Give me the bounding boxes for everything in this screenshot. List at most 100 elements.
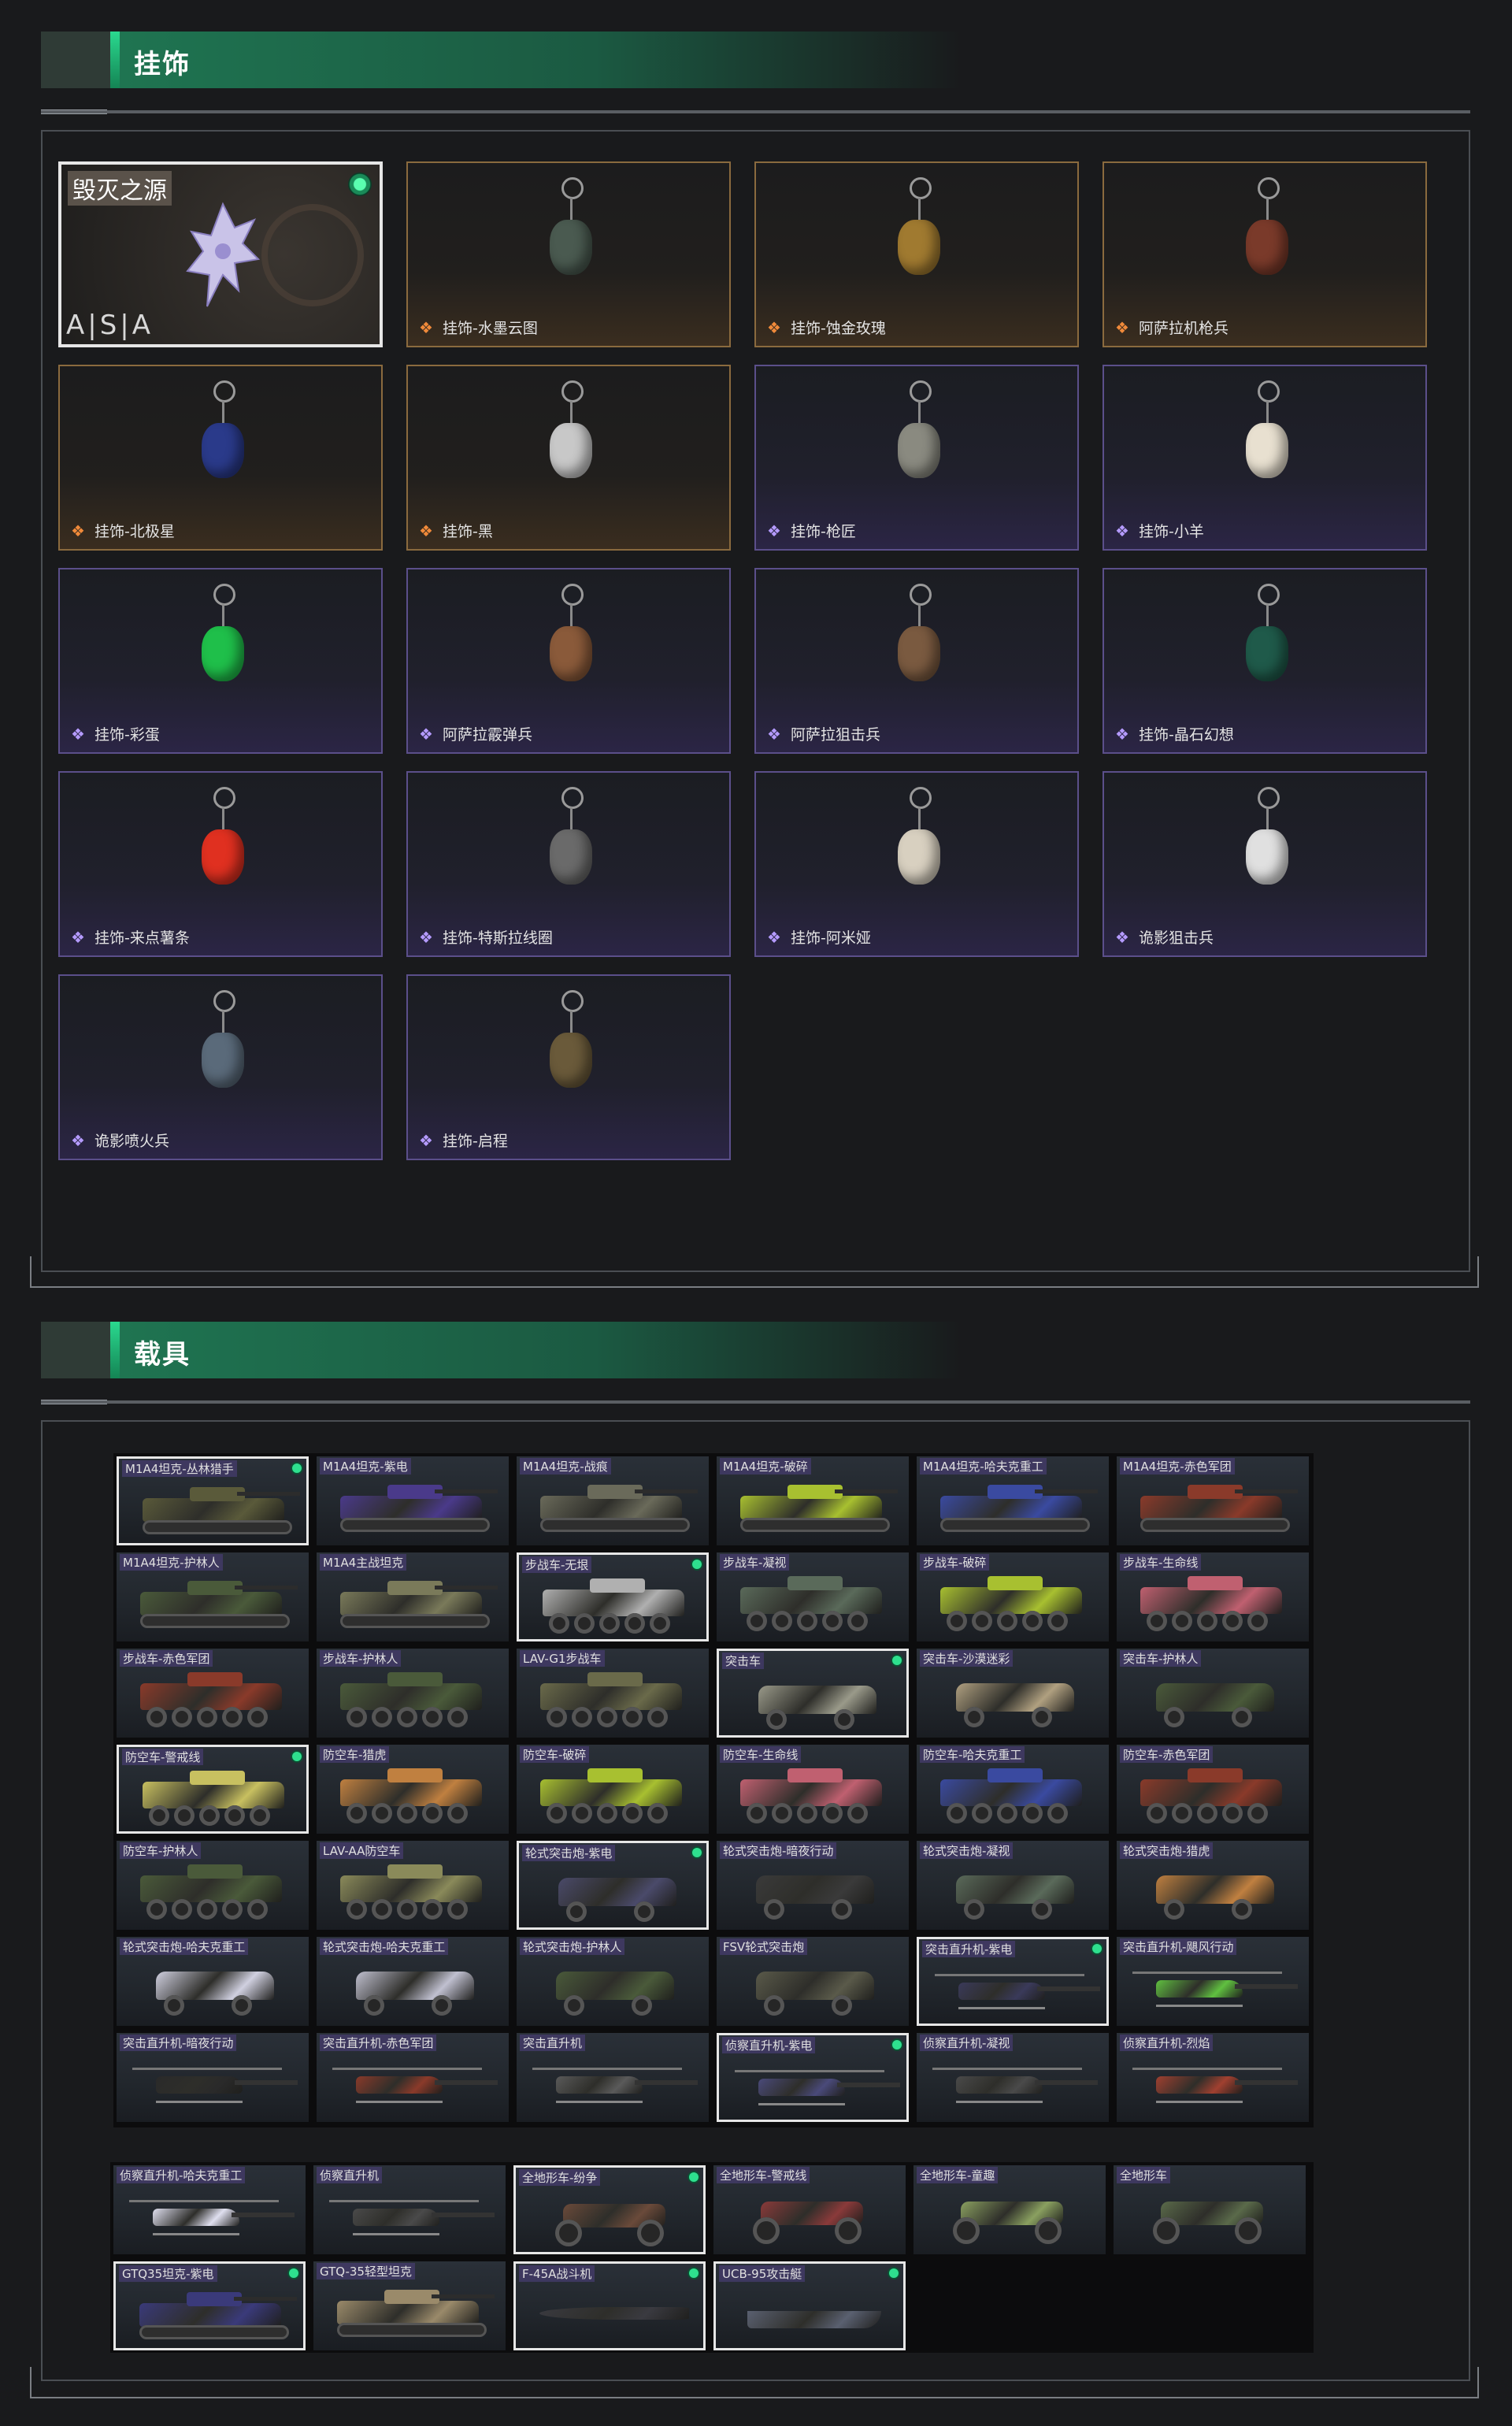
vehicle-card[interactable]: 侦察直升机-凝视 <box>917 2033 1109 2122</box>
vehicle-card[interactable]: M1A4坦克-护林人 <box>117 1552 309 1641</box>
vehicle-part <box>1235 2217 1262 2244</box>
vehicle-card[interactable]: 突击车 <box>717 1649 909 1738</box>
vehicle-card[interactable]: 突击直升机-赤色军团 <box>317 2033 509 2122</box>
vehicle-card[interactable]: GTQ35坦克-紫电 <box>113 2261 306 2350</box>
vehicle-card[interactable]: 全地形车-童趣 <box>914 2165 1106 2254</box>
vehicle-part <box>940 1779 1082 1806</box>
vehicle-part <box>764 1899 784 1920</box>
vehicle-card[interactable]: M1A4坦克-哈夫克重工 <box>917 1456 1109 1545</box>
vehicle-card[interactable]: 全地形车-警戒线 <box>713 2165 906 2254</box>
vehicle-card[interactable]: 轮式突击炮-哈夫克重工 <box>317 1937 509 2026</box>
vehicle-card[interactable]: 轮式突击炮-凝视 <box>917 1841 1109 1930</box>
vehicle-part <box>340 1592 482 1615</box>
charm-card[interactable]: ❖ 阿萨拉机枪兵 <box>1102 161 1427 347</box>
vehicle-card[interactable]: 防空车-警戒线 <box>117 1745 309 1834</box>
vehicle-card[interactable]: 突击直升机-飓风行动 <box>1117 1937 1309 2026</box>
vehicle-card[interactable]: LAV-G1步战车 <box>517 1649 709 1738</box>
charm-card[interactable]: ❖ 挂饰-蚀金玫瑰 <box>754 161 1079 347</box>
vehicle-card[interactable]: 突击车-沙漠迷彩 <box>917 1649 1109 1738</box>
vehicle-card[interactable]: M1A4坦克-赤色军团 <box>1117 1456 1309 1545</box>
vehicle-part <box>758 2103 845 2105</box>
vehicle-part <box>997 1611 1017 1631</box>
vehicle-card[interactable]: 步战车-凝视 <box>717 1552 909 1641</box>
vehicle-card[interactable]: 防空车-哈夫克重工 <box>917 1745 1109 1834</box>
owned-indicator-icon <box>889 2268 899 2278</box>
charm-card[interactable]: ❖ 挂饰-特斯拉线圈 <box>406 771 731 957</box>
owned-indicator-icon <box>689 2172 699 2182</box>
rarity-icon: ❖ <box>767 928 781 947</box>
vehicle-card[interactable]: 轮式突击炮-护林人 <box>517 1937 709 2026</box>
vehicle-part <box>997 1803 1017 1823</box>
vehicle-label: 突击车-沙漠迷彩 <box>920 1650 1014 1667</box>
charm-card[interactable]: ❖ 阿萨拉霰弹兵 <box>406 568 731 754</box>
vehicle-card[interactable]: 步战车-破碎 <box>917 1552 1109 1641</box>
vehicle-part <box>1156 2005 1243 2007</box>
charm-card[interactable]: ❖ 挂饰-水墨云图 <box>406 161 731 347</box>
charm-card[interactable]: ❖ 诡影狙击兵 <box>1102 771 1427 957</box>
vehicle-card[interactable]: 轮式突击炮-暗夜行动 <box>717 1841 909 1930</box>
rarity-icon: ❖ <box>419 928 433 947</box>
vehicle-part <box>832 1995 852 2016</box>
charm-ring-icon <box>561 990 584 1012</box>
vehicle-part <box>146 1899 167 1920</box>
vehicle-card[interactable]: 防空车-破碎 <box>517 1745 709 1834</box>
vehicle-card[interactable]: 侦察直升机-紫电 <box>717 2033 909 2122</box>
charm-card[interactable]: ❖ 挂饰-晶石幻想 <box>1102 568 1427 754</box>
vehicle-card[interactable]: 防空车-猎虎 <box>317 1745 509 1834</box>
charm-label: 挂饰-来点薯条 <box>94 929 190 947</box>
vehicle-part <box>835 2217 862 2244</box>
vehicle-part <box>247 1707 268 1727</box>
vehicle-card[interactable]: GTQ-35轻型坦克 <box>313 2261 506 2350</box>
vehicle-card[interactable]: 轮式突击炮-猎虎 <box>1117 1841 1309 1930</box>
charm-card[interactable]: ❖ 挂饰-枪匠 <box>754 365 1079 551</box>
vehicle-card[interactable]: 突击直升机-紫电 <box>917 1937 1109 2026</box>
vehicle-card[interactable]: LAV-AA防空车 <box>317 1841 509 1930</box>
vehicle-part <box>597 1803 617 1823</box>
vehicle-card[interactable]: 全地形车-纷争 <box>513 2165 706 2254</box>
vehicle-card[interactable]: 侦察直升机 <box>313 2165 506 2254</box>
vehicle-card[interactable]: 轮式突击炮-哈夫克重工 <box>117 1937 309 2026</box>
vehicle-part <box>547 1803 688 1823</box>
vehicle-card[interactable]: M1A4坦克-丛林猎手 <box>117 1456 309 1545</box>
vehicle-card[interactable]: FSV轮式突击炮 <box>717 1937 909 2026</box>
vehicle-card[interactable]: F-45A战斗机 <box>513 2261 706 2350</box>
vehicle-card[interactable]: M1A4坦克-破碎 <box>717 1456 909 1545</box>
vehicle-part <box>447 1803 468 1823</box>
vehicle-card[interactable]: 全地形车 <box>1114 2165 1306 2254</box>
vehicle-card[interactable]: 步战车-赤色军团 <box>117 1649 309 1738</box>
vehicle-card[interactable]: 侦察直升机-烈焰 <box>1117 2033 1309 2122</box>
vehicle-card[interactable]: 突击车-护林人 <box>1117 1649 1309 1738</box>
rarity-icon: ❖ <box>71 725 85 744</box>
vehicle-part <box>622 1707 643 1727</box>
charm-card[interactable]: ❖ 挂饰-阿米娅 <box>754 771 1079 957</box>
charm-card[interactable]: ❖ 挂饰-黑 <box>406 365 731 551</box>
vehicle-card[interactable]: UCB-95攻击艇 <box>713 2261 906 2350</box>
vehicle-part <box>332 2068 482 2070</box>
charm-card[interactable]: ❖ 挂饰-来点薯条 <box>58 771 383 957</box>
vehicle-card[interactable]: M1A4主战坦克 <box>317 1552 509 1641</box>
vehicle-card[interactable]: 步战车-护林人 <box>317 1649 509 1738</box>
vehicle-card[interactable]: 轮式突击炮-紫电 <box>517 1841 709 1930</box>
vehicle-part <box>1147 1611 1288 1631</box>
charm-card-featured[interactable]: 毁灭之源 A|S|A <box>58 161 383 347</box>
charm-card[interactable]: ❖ 阿萨拉狙击兵 <box>754 568 1079 754</box>
vehicle-card[interactable]: 步战车-生命线 <box>1117 1552 1309 1641</box>
vehicle-card[interactable]: 防空车-赤色军团 <box>1117 1745 1309 1834</box>
charm-card[interactable]: ❖ 挂饰-启程 <box>406 974 731 1160</box>
charm-card[interactable]: ❖ 挂饰-彩蛋 <box>58 568 383 754</box>
vehicle-card[interactable]: 防空车-护林人 <box>117 1841 309 1930</box>
vehicle-label: M1A4坦克-护林人 <box>120 1554 223 1571</box>
charm-ring-icon <box>213 990 235 1012</box>
charm-card[interactable]: ❖ 挂饰-北极星 <box>58 365 383 551</box>
vehicle-label: 全地形车-纷争 <box>519 2169 601 2186</box>
charm-card[interactable]: ❖ 挂饰-小羊 <box>1102 365 1427 551</box>
vehicle-card[interactable]: 突击直升机-暗夜行动 <box>117 2033 309 2122</box>
vehicle-part <box>172 1899 192 1920</box>
vehicle-card[interactable]: 防空车-生命线 <box>717 1745 909 1834</box>
vehicle-card[interactable]: M1A4坦克-紫电 <box>317 1456 509 1545</box>
vehicle-card[interactable]: 步战车-无垠 <box>517 1552 709 1641</box>
vehicle-card[interactable]: 突击直升机 <box>517 2033 709 2122</box>
vehicle-card[interactable]: 侦察直升机-哈夫克重工 <box>113 2165 306 2254</box>
charm-card[interactable]: ❖ 诡影喷火兵 <box>58 974 383 1160</box>
vehicle-card[interactable]: M1A4坦克-战痕 <box>517 1456 709 1545</box>
